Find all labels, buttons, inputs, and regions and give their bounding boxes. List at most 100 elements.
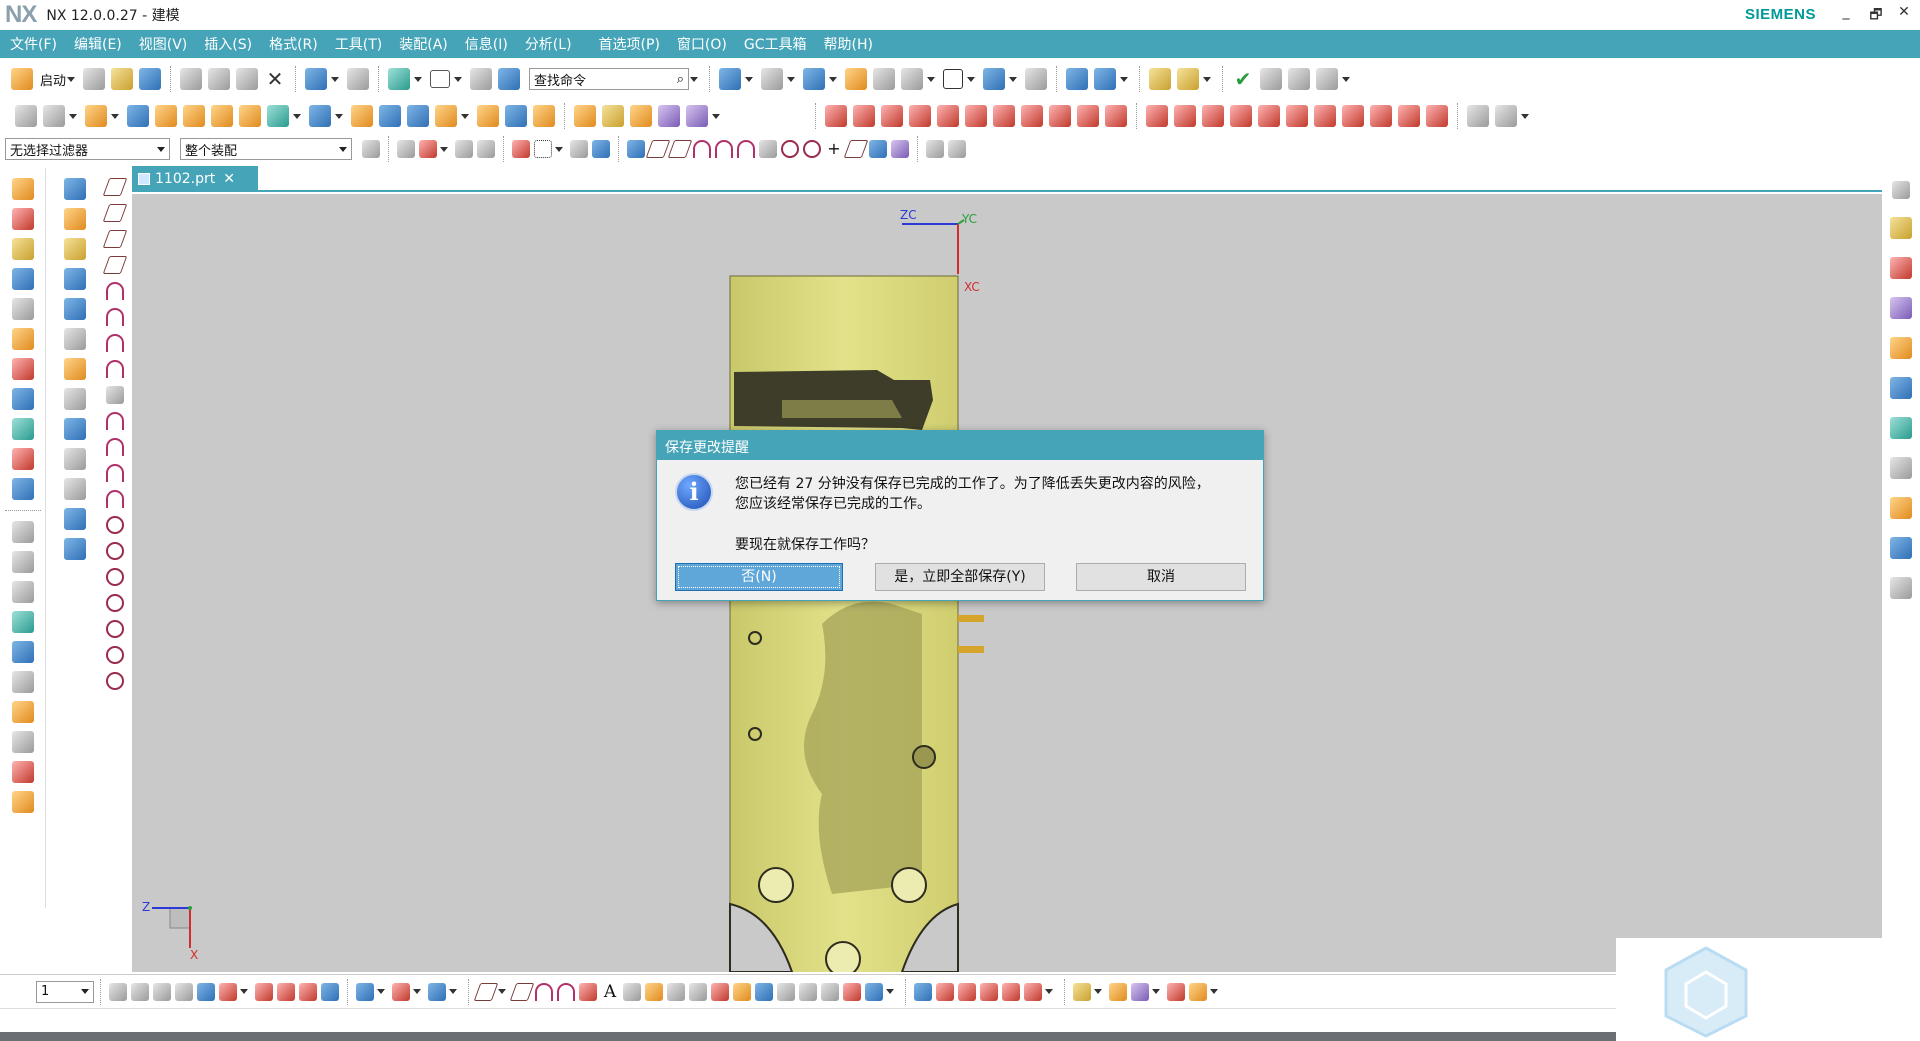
surface-tool-icon-4[interactable]: [711, 982, 729, 1001]
curve-tool-icon-7[interactable]: [11, 701, 34, 723]
menu-information[interactable]: 信息(I): [462, 32, 511, 56]
circle-center-icon[interactable]: [106, 542, 124, 560]
curve-tool-icon-4[interactable]: [11, 611, 34, 633]
edge-blend-icon[interactable]: [379, 105, 401, 127]
drafting-icon-7[interactable]: [255, 982, 273, 1001]
chevron-down-icon[interactable]: [555, 146, 563, 152]
menu-format[interactable]: 格式(R): [266, 32, 321, 56]
offset-surface-icon[interactable]: [64, 448, 86, 470]
snap-curve-icon[interactable]: [693, 140, 711, 158]
snap-quadrant-icon[interactable]: [803, 140, 821, 158]
surface-tool-icon-1[interactable]: [645, 982, 663, 1001]
chevron-down-icon[interactable]: [1210, 989, 1218, 994]
system-materials-icon[interactable]: [1890, 537, 1912, 559]
work-layer-select[interactable]: 1: [36, 980, 94, 1003]
close-icon[interactable]: ✕: [223, 171, 235, 187]
swept-surface-icon[interactable]: [64, 358, 86, 380]
chevron-down-icon[interactable]: [67, 76, 76, 82]
emboss-icon[interactable]: [11, 268, 34, 290]
boss-icon[interactable]: [11, 238, 34, 260]
offset-face-icon[interactable]: [505, 105, 527, 127]
constraint-navigator-icon[interactable]: [1890, 257, 1912, 279]
drafting-icon-4[interactable]: [175, 982, 193, 1001]
trim-sheet-icon[interactable]: [64, 478, 86, 500]
window-icon[interactable]: [430, 70, 451, 88]
circle-tangent-icon[interactable]: [106, 568, 124, 586]
unite-icon[interactable]: [267, 105, 289, 127]
surface-tool-icon-3[interactable]: [689, 982, 707, 1001]
menu-edit[interactable]: 编辑(E): [71, 32, 125, 56]
hide-icon[interactable]: [901, 68, 924, 90]
join-curve-icon[interactable]: [106, 490, 124, 508]
surface-icon-5[interactable]: [937, 105, 959, 127]
chamfer-icon[interactable]: [407, 105, 429, 127]
drafting-icon-13[interactable]: [428, 982, 446, 1001]
role-icon[interactable]: [1890, 577, 1912, 599]
array-icon[interactable]: [239, 105, 261, 127]
slot-icon[interactable]: [11, 358, 34, 380]
point-icon[interactable]: [106, 620, 124, 638]
chevron-down-icon[interactable]: [1094, 989, 1102, 994]
layer-settings-icon[interactable]: [845, 68, 868, 90]
groove-icon[interactable]: [11, 328, 34, 350]
surface-tool-icon-7[interactable]: [777, 982, 795, 1001]
render-style-icon[interactable]: [761, 68, 784, 90]
drafting-icon-1[interactable]: [109, 982, 127, 1001]
minimize-button[interactable]: _: [1834, 4, 1858, 26]
selection-scope-select[interactable]: 整个装配: [180, 138, 352, 160]
chevron-down-icon[interactable]: [829, 76, 838, 82]
drafting-icon-3[interactable]: [153, 982, 171, 1001]
pattern-icon[interactable]: [211, 105, 233, 127]
chevron-down-icon[interactable]: [1152, 989, 1160, 994]
visualization-icon[interactable]: [1890, 497, 1912, 519]
new-file-icon[interactable]: [83, 68, 106, 90]
body-tool-icon-5[interactable]: [1189, 982, 1207, 1001]
edit-surface-icon-1[interactable]: [1467, 105, 1489, 127]
save-all-now-button[interactable]: 是，立即全部保存(Y): [875, 563, 1045, 591]
drafting-icon-6[interactable]: [219, 982, 237, 1001]
copy-icon[interactable]: [208, 68, 231, 90]
chevron-down-icon[interactable]: [712, 113, 720, 119]
helix-icon[interactable]: [106, 360, 124, 378]
tab-1102-prt[interactable]: 1102.prt ✕: [132, 166, 258, 192]
chevron-down-icon[interactable]: [1342, 76, 1351, 82]
subtract-icon[interactable]: [309, 105, 331, 127]
point-set-icon[interactable]: [106, 646, 124, 664]
unsew-icon[interactable]: [64, 538, 86, 560]
rib-icon[interactable]: [11, 298, 34, 320]
cut-icon[interactable]: [180, 68, 203, 90]
spline-icon[interactable]: [106, 308, 124, 326]
curve-op-icon-7[interactable]: [1314, 105, 1336, 127]
studio-surface-icon[interactable]: [64, 298, 86, 320]
body-tool-icon-2[interactable]: [1109, 982, 1127, 1001]
chevron-down-icon[interactable]: [1203, 76, 1212, 82]
assembly-navigator-icon[interactable]: [1890, 217, 1912, 239]
pull-face-icon[interactable]: [602, 105, 624, 127]
rectangle-select-icon[interactable]: [534, 140, 552, 158]
resize-face-icon[interactable]: [686, 105, 708, 127]
sew-icon[interactable]: [64, 508, 86, 530]
curve-op-icon-4[interactable]: [1230, 105, 1252, 127]
body-tool-icon-1[interactable]: [1073, 982, 1091, 1001]
curve-op-icon-1[interactable]: [1146, 105, 1168, 127]
drafting-icon-10[interactable]: [321, 982, 339, 1001]
history-icon[interactable]: [1890, 417, 1912, 439]
select-solid-icon[interactable]: [592, 140, 610, 158]
chevron-down-icon[interactable]: [331, 76, 340, 82]
save-icon[interactable]: [139, 68, 162, 90]
fit-view-icon[interactable]: [719, 68, 742, 90]
revolve-icon[interactable]: [155, 105, 177, 127]
line-icon[interactable]: [102, 178, 128, 196]
snap-view-icon[interactable]: [1025, 68, 1048, 90]
drafting-icon-8[interactable]: [277, 982, 295, 1001]
select-all-icon[interactable]: [419, 140, 437, 158]
chevron-down-icon[interactable]: [1521, 113, 1529, 119]
body-tool-icon-4[interactable]: [1167, 982, 1185, 1001]
curve-op-icon-6[interactable]: [1286, 105, 1308, 127]
add-component-icon[interactable]: [1177, 68, 1200, 90]
part-navigator-icon[interactable]: [1890, 297, 1912, 319]
bounded-plane-icon[interactable]: [64, 388, 86, 410]
chevron-down-icon[interactable]: [293, 113, 301, 119]
snap-bounded-icon[interactable]: [891, 140, 909, 158]
surface-icon-1[interactable]: [825, 105, 847, 127]
